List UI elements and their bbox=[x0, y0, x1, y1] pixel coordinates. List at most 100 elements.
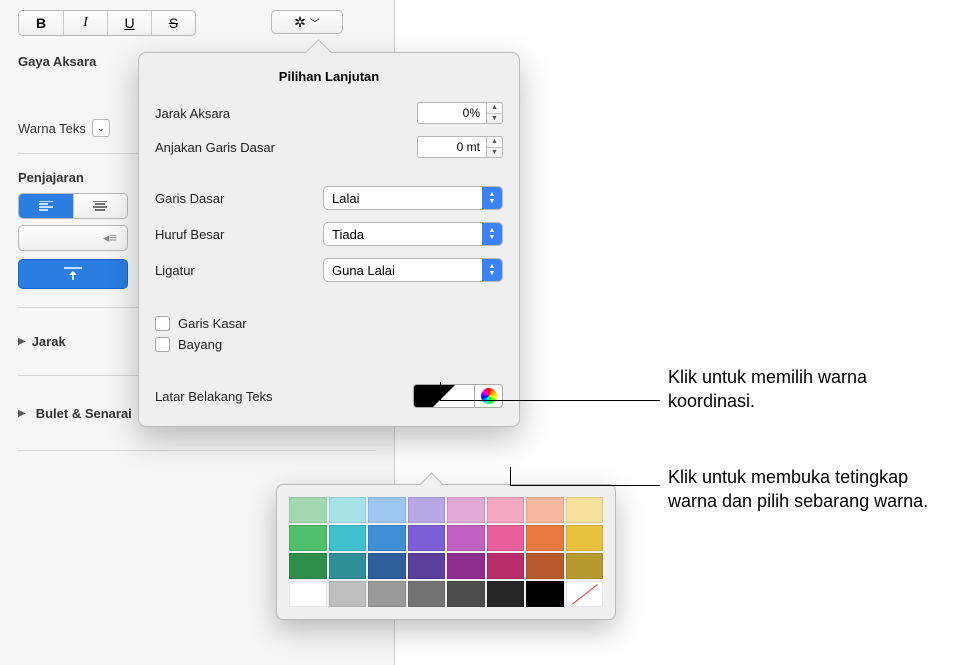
color-swatch[interactable] bbox=[566, 525, 604, 551]
ligature-select[interactable]: Guna Lalai ▲▼ bbox=[323, 258, 503, 282]
caps-label: Huruf Besar bbox=[155, 227, 224, 242]
callout-wheel: Klik untuk membuka tetingkap warna dan p… bbox=[668, 465, 938, 514]
bold-button[interactable]: B bbox=[19, 11, 63, 35]
color-swatch[interactable] bbox=[526, 497, 564, 523]
color-swatch[interactable] bbox=[329, 525, 367, 551]
triangle-right-icon: ▶ bbox=[18, 408, 26, 419]
baseline-label: Garis Dasar bbox=[155, 191, 224, 206]
indent-button[interactable]: ◂≡ bbox=[18, 225, 128, 251]
ligature-label: Ligatur bbox=[155, 263, 195, 278]
color-swatch[interactable] bbox=[487, 553, 525, 579]
shadow-checkbox-row: Bayang bbox=[155, 337, 503, 352]
baseline-shift-field: ▲ ▼ bbox=[417, 136, 503, 158]
color-swatch[interactable] bbox=[447, 497, 485, 523]
align-left-icon bbox=[39, 201, 53, 211]
baseline-shift-label: Anjakan Garis Dasar bbox=[155, 140, 275, 155]
char-spacing-stepper[interactable]: ▲ ▼ bbox=[487, 102, 503, 124]
text-color-dropdown[interactable]: ⌄ bbox=[92, 119, 110, 137]
color-swatch[interactable] bbox=[289, 581, 327, 607]
outline-checkbox-row: Garis Kasar bbox=[155, 316, 503, 331]
color-swatch-none[interactable] bbox=[566, 581, 604, 607]
text-style-toolbar: B I U S ✲ ﹀ bbox=[18, 10, 376, 36]
align-left-button[interactable] bbox=[19, 194, 73, 218]
color-swatch-grid bbox=[289, 497, 603, 607]
color-swatch[interactable] bbox=[289, 553, 327, 579]
color-swatch[interactable] bbox=[368, 553, 406, 579]
shadow-label: Bayang bbox=[178, 337, 222, 352]
align-center-icon bbox=[93, 201, 107, 211]
underline-button[interactable]: U bbox=[107, 11, 151, 35]
color-swatch[interactable] bbox=[408, 553, 446, 579]
outline-checkbox[interactable] bbox=[155, 316, 170, 331]
color-swatch[interactable] bbox=[329, 497, 367, 523]
baseline-shift-stepper[interactable]: ▲ ▼ bbox=[487, 136, 503, 158]
advanced-options-button[interactable]: ✲ ﹀ bbox=[271, 10, 343, 34]
select-arrows-icon: ▲▼ bbox=[482, 223, 502, 245]
align-group bbox=[18, 193, 128, 219]
valign-top-icon bbox=[64, 267, 82, 281]
baseline-value: Lalai bbox=[332, 191, 359, 206]
bullets-label: Bulet & Senarai bbox=[36, 406, 132, 421]
style-button-group: B I U S bbox=[18, 10, 196, 36]
color-swatch[interactable] bbox=[289, 497, 327, 523]
color-swatch[interactable] bbox=[368, 497, 406, 523]
color-swatch[interactable] bbox=[526, 553, 564, 579]
color-swatch[interactable] bbox=[447, 581, 485, 607]
caps-value: Tiada bbox=[332, 227, 364, 242]
text-bg-row: Latar Belakang Teks bbox=[155, 384, 503, 408]
color-swatch[interactable] bbox=[487, 581, 525, 607]
char-spacing-input[interactable] bbox=[417, 102, 487, 124]
italic-button[interactable]: I bbox=[63, 11, 107, 35]
text-bg-label: Latar Belakang Teks bbox=[155, 389, 273, 404]
vertical-align-top-button[interactable] bbox=[18, 259, 128, 289]
char-spacing-label: Jarak Aksara bbox=[155, 106, 230, 121]
color-swatch[interactable] bbox=[447, 553, 485, 579]
color-swatch[interactable] bbox=[329, 581, 367, 607]
callout-coord: Klik untuk memilih warna koordinasi. bbox=[668, 365, 958, 414]
baseline-shift-input[interactable] bbox=[417, 136, 487, 158]
outline-label: Garis Kasar bbox=[178, 316, 247, 331]
divider bbox=[18, 450, 376, 451]
color-swatch[interactable] bbox=[526, 581, 564, 607]
callout-line bbox=[510, 485, 660, 486]
color-swatch[interactable] bbox=[408, 497, 446, 523]
caps-select[interactable]: Tiada ▲▼ bbox=[323, 222, 503, 246]
stepper-down-icon: ▼ bbox=[487, 148, 502, 158]
text-bg-color-wheel-button[interactable] bbox=[475, 384, 503, 408]
color-swatch[interactable] bbox=[526, 525, 564, 551]
stepper-down-icon: ▼ bbox=[487, 114, 502, 124]
color-swatch[interactable] bbox=[566, 497, 604, 523]
ligature-value: Guna Lalai bbox=[332, 263, 395, 278]
stepper-up-icon: ▲ bbox=[487, 137, 502, 148]
triangle-right-icon: ▶ bbox=[18, 336, 26, 347]
color-swatch[interactable] bbox=[368, 525, 406, 551]
indent-right-icon: ◂≡ bbox=[103, 230, 117, 246]
callout-line bbox=[510, 467, 511, 485]
char-spacing-field: ▲ ▼ bbox=[417, 102, 503, 124]
spacing-label: Jarak bbox=[32, 334, 66, 349]
gear-icon: ✲ bbox=[294, 14, 306, 31]
callout-line bbox=[440, 400, 660, 401]
color-swatch[interactable] bbox=[408, 581, 446, 607]
align-center-button[interactable] bbox=[73, 194, 128, 218]
color-swatch-popover bbox=[276, 484, 616, 620]
text-bg-color-controls bbox=[413, 384, 503, 408]
chevron-down-icon: ﹀ bbox=[310, 15, 320, 30]
color-swatch[interactable] bbox=[368, 581, 406, 607]
color-wheel-icon bbox=[481, 388, 497, 404]
color-swatch[interactable] bbox=[447, 525, 485, 551]
stepper-up-icon: ▲ bbox=[487, 103, 502, 114]
color-swatch[interactable] bbox=[487, 525, 525, 551]
text-bg-color-well[interactable] bbox=[413, 384, 475, 408]
color-swatch[interactable] bbox=[329, 553, 367, 579]
select-arrows-icon: ▲▼ bbox=[482, 259, 502, 281]
color-swatch[interactable] bbox=[566, 553, 604, 579]
color-swatch[interactable] bbox=[408, 525, 446, 551]
text-color-label: Warna Teks bbox=[18, 121, 86, 136]
shadow-checkbox[interactable] bbox=[155, 337, 170, 352]
color-swatch[interactable] bbox=[289, 525, 327, 551]
baseline-select[interactable]: Lalai ▲▼ bbox=[323, 186, 503, 210]
strikethrough-button[interactable]: S bbox=[151, 11, 195, 35]
color-swatch[interactable] bbox=[487, 497, 525, 523]
popover-title: Pilihan Lanjutan bbox=[155, 69, 503, 84]
